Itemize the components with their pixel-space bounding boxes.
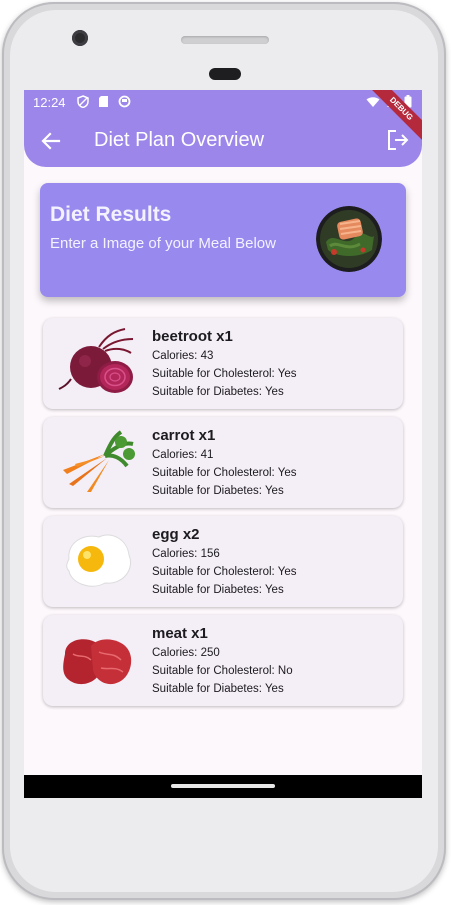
- food-card-egg[interactable]: egg x2 Calories: 156 Suitable for Choles…: [43, 516, 403, 607]
- food-diabetes: Suitable for Diabetes: Yes: [152, 584, 284, 596]
- food-name: meat x1: [152, 625, 208, 642]
- meat-image: [63, 639, 132, 685]
- results-title: Diet Results: [50, 203, 172, 226]
- results-subtitle: Enter a Image of your Meal Below: [50, 235, 276, 252]
- status-time: 12:24: [33, 95, 66, 110]
- food-diabetes: Suitable for Diabetes: Yes: [152, 683, 284, 695]
- status-icons-left: [77, 95, 131, 108]
- diet-results-card[interactable]: Diet Results Enter a Image of your Meal …: [40, 183, 406, 297]
- meal-image: [316, 206, 382, 272]
- page-title: Diet Plan Overview: [94, 129, 265, 151]
- food-name: egg x2: [152, 526, 200, 543]
- shield-icon: [77, 95, 89, 108]
- system-navigation-bar: [24, 775, 422, 798]
- food-cholesterol: Suitable for Cholesterol: Yes: [152, 467, 297, 479]
- food-name: carrot x1: [152, 427, 216, 444]
- food-calories: Calories: 156: [152, 548, 220, 560]
- food-diabetes: Suitable for Diabetes: Yes: [152, 386, 284, 398]
- food-calories: Calories: 43: [152, 350, 214, 362]
- app-screen: 12:24 DEBUG Diet Plan Overview Diet Resu…: [24, 90, 422, 798]
- food-cholesterol: Suitable for Cholesterol: Yes: [152, 566, 297, 578]
- status-bar: 12:24: [24, 90, 422, 114]
- food-card-meat[interactable]: meat x1 Calories: 250 Suitable for Chole…: [43, 615, 403, 706]
- home-gesture-handle[interactable]: [171, 784, 275, 788]
- food-name: beetroot x1: [152, 328, 233, 345]
- back-arrow-icon[interactable]: [38, 128, 64, 154]
- food-card-beetroot[interactable]: beetroot x1 Calories: 43 Suitable for Ch…: [43, 318, 403, 409]
- front-camera: [72, 30, 88, 46]
- earpiece-speaker: [181, 36, 269, 44]
- sd-card-icon: [99, 96, 108, 107]
- egg-image: [66, 534, 131, 587]
- food-diabetes: Suitable for Diabetes: Yes: [152, 485, 284, 497]
- logout-icon[interactable]: [386, 128, 410, 152]
- food-cholesterol: Suitable for Cholesterol: No: [152, 665, 293, 677]
- carrot-image: [63, 430, 135, 492]
- proximity-sensor: [209, 68, 241, 80]
- circle-status-icon: [118, 95, 131, 108]
- food-calories: Calories: 250: [152, 647, 220, 659]
- food-card-carrot[interactable]: carrot x1 Calories: 41 Suitable for Chol…: [43, 417, 403, 508]
- food-cholesterol: Suitable for Cholesterol: Yes: [152, 368, 297, 380]
- wifi-icon: [366, 96, 380, 107]
- beetroot-image: [58, 328, 134, 393]
- app-bar: 12:24 DEBUG Diet Plan Overview: [24, 90, 422, 167]
- food-calories: Calories: 41: [152, 449, 214, 461]
